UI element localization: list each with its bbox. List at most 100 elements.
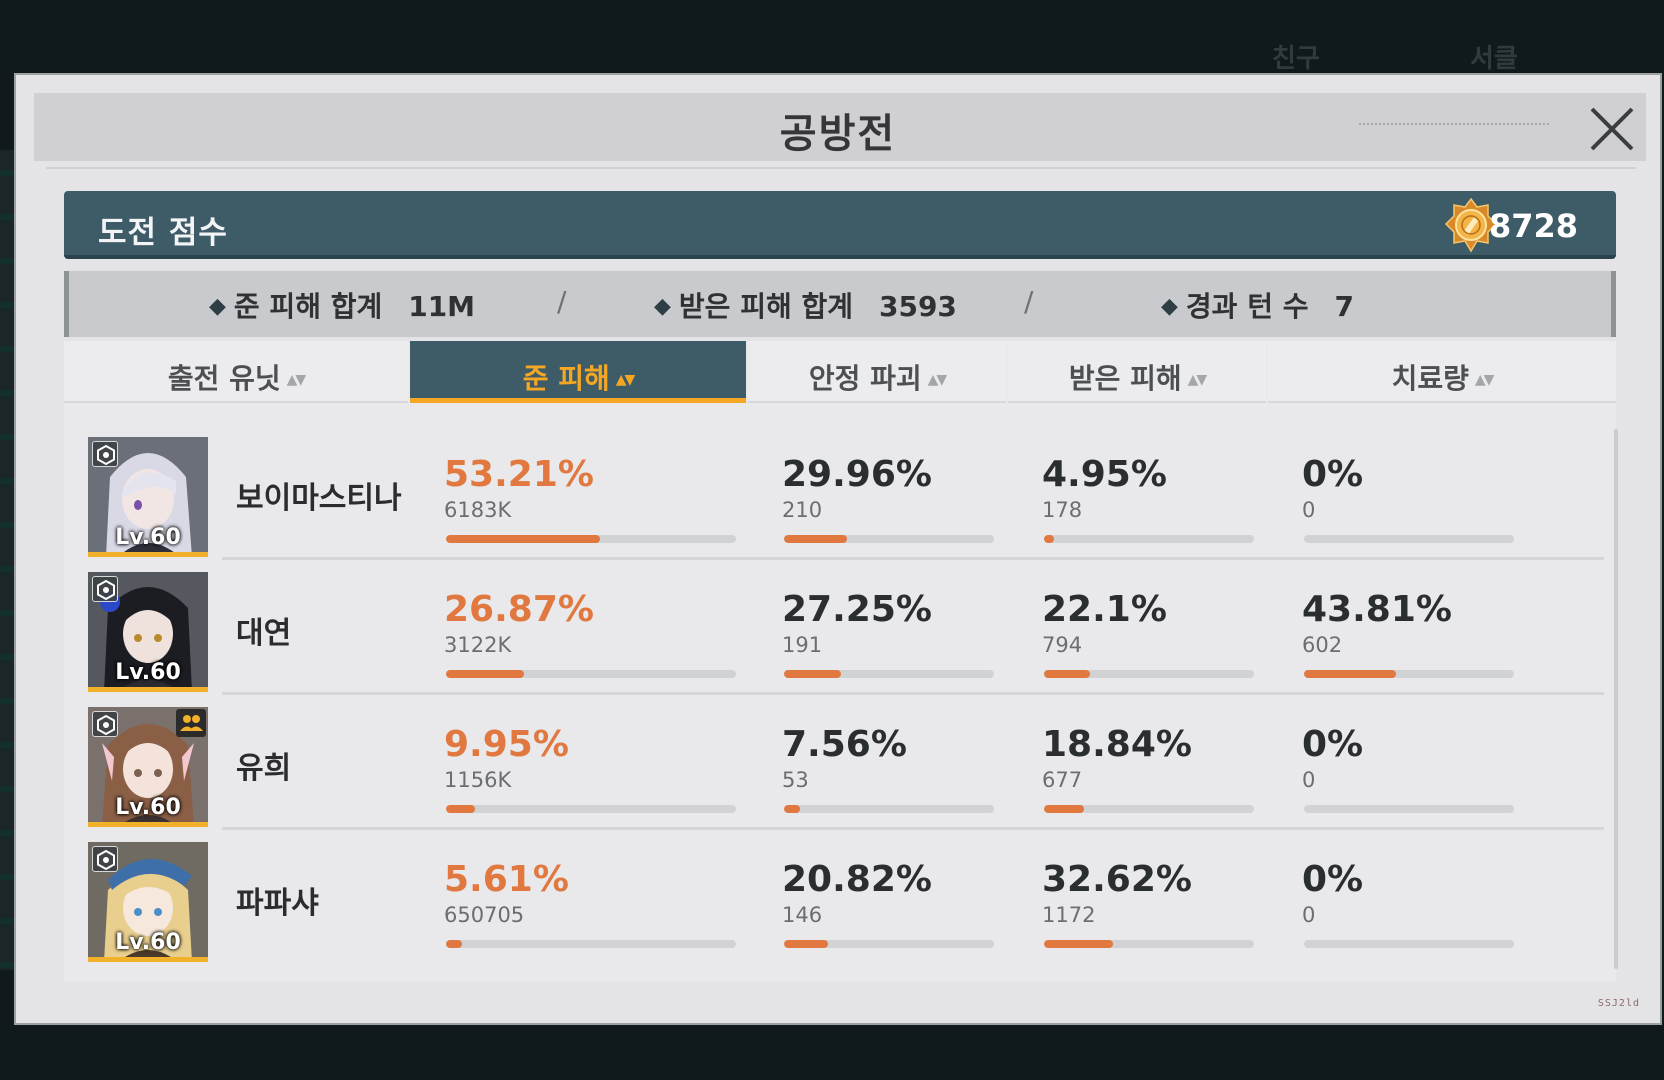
stability-break-bar	[784, 670, 994, 678]
damage-dealt-cell: 26.87% 3122K	[444, 589, 736, 678]
damage-dealt-raw: 3122K	[444, 633, 512, 657]
battle-result-dialog: 공방전 도전 점수 8728 ◆ 준 피해 합계 11M / ◆ 받은 피해 합계 35…	[14, 73, 1662, 1025]
damage-dealt-bar-fill	[446, 670, 524, 678]
damage-dealt-percent: 9.95%	[444, 724, 569, 765]
unit-level: Lv.60	[115, 660, 181, 685]
summary-separator: /	[1024, 285, 1034, 318]
damage-dealt-raw: 6183K	[444, 498, 512, 522]
summary-damage-taken-value: 3593	[878, 290, 957, 323]
unit-class-icon	[92, 576, 118, 602]
damage-taken-raw: 1172	[1042, 903, 1096, 927]
unit-level: Lv.60	[115, 525, 181, 550]
unit-portrait[interactable]: Lv.60	[88, 572, 208, 692]
stability-break-percent: 29.96%	[782, 454, 932, 495]
close-x-icon	[1590, 107, 1634, 151]
diamond-bullet-icon: ◆	[1161, 294, 1178, 319]
diamond-bullet-icon: ◆	[209, 294, 226, 319]
unit-level: Lv.60	[115, 795, 181, 820]
damage-dealt-cell: 5.61% 650705	[444, 859, 736, 948]
healing-percent: 0%	[1302, 454, 1364, 495]
healing-bar	[1304, 805, 1514, 813]
summary-separator: /	[557, 285, 567, 318]
damage-taken-percent: 32.62%	[1042, 859, 1192, 900]
unit-name: 보이마스티나	[236, 481, 402, 516]
damage-taken-percent: 22.1%	[1042, 589, 1167, 630]
column-header-stability-break[interactable]: 안정 파괴 ▲▼	[748, 341, 1006, 403]
healing-raw: 0	[1302, 768, 1316, 792]
stability-break-bar-fill	[784, 940, 828, 948]
sort-icon: ▲▼	[615, 372, 635, 388]
battle-summary-bar: ◆ 준 피해 합계 11M / ◆ 받은 피해 합계 3593 / ◆ 경과 턴 수 7	[64, 271, 1616, 337]
damage-dealt-bar	[446, 670, 736, 678]
stability-break-cell: 29.96% 210	[782, 454, 994, 543]
healing-bar	[1304, 940, 1514, 948]
healing-cell: 0% 0	[1302, 724, 1514, 813]
healing-raw: 0	[1302, 903, 1316, 927]
table-row: Lv.60 대연 26.87% 3122K 27.25% 191 22.1% 7…	[64, 560, 1604, 695]
stability-break-cell: 20.82% 146	[782, 859, 994, 948]
support-unit-icon	[176, 709, 206, 737]
unit-class-icon	[92, 846, 118, 872]
damage-taken-raw: 794	[1042, 633, 1083, 657]
healing-percent: 0%	[1302, 724, 1364, 765]
column-header-damage-dealt[interactable]: 준 피해 ▲▼	[410, 341, 746, 403]
stability-break-cell: 27.25% 191	[782, 590, 994, 678]
summary-damage-taken-label: 받은 피해 합계	[678, 290, 853, 323]
stability-break-cell: 7.56% 53	[782, 724, 994, 813]
damage-taken-raw: 677	[1042, 768, 1083, 792]
stability-break-bar	[784, 805, 994, 813]
table-row: Lv.60 파파샤 5.61% 650705 20.82% 146 32.62%…	[64, 830, 1594, 965]
challenge-score-label: 도전 점수	[98, 215, 228, 251]
stability-break-raw: 146	[782, 903, 823, 927]
stability-break-percent: 7.56%	[782, 724, 907, 765]
column-header-healing[interactable]: 치료량 ▲▼	[1268, 341, 1616, 403]
stability-break-raw: 191	[782, 633, 823, 657]
damage-taken-raw: 178	[1042, 498, 1083, 522]
damage-taken-percent: 4.95%	[1042, 454, 1167, 495]
damage-taken-percent: 18.84%	[1042, 724, 1192, 765]
summary-damage-dealt-value: 11M	[408, 290, 476, 323]
damage-dealt-bar	[446, 805, 736, 813]
unit-portrait[interactable]: Lv.60	[88, 437, 208, 557]
column-header-units[interactable]: 출전 유닛 ▲▼	[64, 341, 408, 403]
stability-break-raw: 210	[782, 498, 823, 522]
damage-dealt-percent: 26.87%	[444, 589, 594, 630]
damage-taken-bar	[1044, 940, 1254, 948]
healing-raw: 0	[1302, 498, 1316, 522]
stability-break-bar-fill	[784, 535, 847, 543]
damage-taken-cell: 4.95% 178	[1042, 454, 1254, 543]
damage-dealt-cell: 9.95% 1156K	[444, 724, 736, 813]
unit-stats-table: 출전 유닛 ▲▼ 준 피해 ▲▼ 안정 파괴 ▲▼ 받은 피해 ▲▼ 치료량 ▲▼	[64, 341, 1618, 981]
close-button[interactable]	[1584, 101, 1640, 157]
damage-taken-cell: 18.84% 677	[1042, 724, 1254, 813]
healing-bar	[1304, 535, 1514, 543]
background-tab-friend: 친구	[1272, 44, 1320, 74]
unit-portrait[interactable]: Lv.60	[88, 707, 208, 827]
background-side-menu	[0, 150, 14, 970]
unit-name: 유희	[236, 751, 292, 786]
column-header-damage-taken[interactable]: 받은 피해 ▲▼	[1008, 341, 1266, 403]
damage-dealt-bar-fill	[446, 535, 601, 543]
healing-percent: 43.81%	[1302, 589, 1452, 630]
damage-taken-bar	[1044, 670, 1254, 678]
table-row: Lv.60 보이마스티나 53.21% 6183K 29.96% 210 4.9…	[64, 425, 1604, 560]
summary-damage-dealt: ◆ 준 피해 합계 11M	[209, 285, 475, 325]
healing-bar	[1304, 670, 1514, 678]
unit-name: 대연	[236, 616, 292, 651]
healing-bar-fill	[1304, 670, 1396, 678]
stability-break-percent: 20.82%	[782, 859, 932, 900]
damage-taken-cell: 32.62% 1172	[1042, 859, 1254, 948]
damage-dealt-percent: 53.21%	[444, 454, 594, 495]
damage-dealt-percent: 5.61%	[444, 859, 569, 900]
damage-dealt-bar-fill	[446, 805, 475, 813]
table-scrollbar[interactable]	[1614, 429, 1618, 969]
unit-portrait[interactable]: Lv.60	[88, 842, 208, 962]
table-row: Lv.60 유희 9.95% 1156K 7.56% 53 18.84% 677…	[64, 695, 1604, 830]
damage-taken-bar-fill	[1044, 670, 1091, 678]
challenge-score-bar: 도전 점수 8728	[64, 191, 1616, 259]
healing-cell: 43.81% 602	[1302, 589, 1514, 678]
damage-dealt-cell: 53.21% 6183K	[444, 454, 736, 543]
damage-dealt-bar-fill	[446, 940, 463, 948]
healing-cell: 0% 0	[1302, 860, 1514, 948]
sort-icon: ▲▼	[1474, 372, 1494, 388]
